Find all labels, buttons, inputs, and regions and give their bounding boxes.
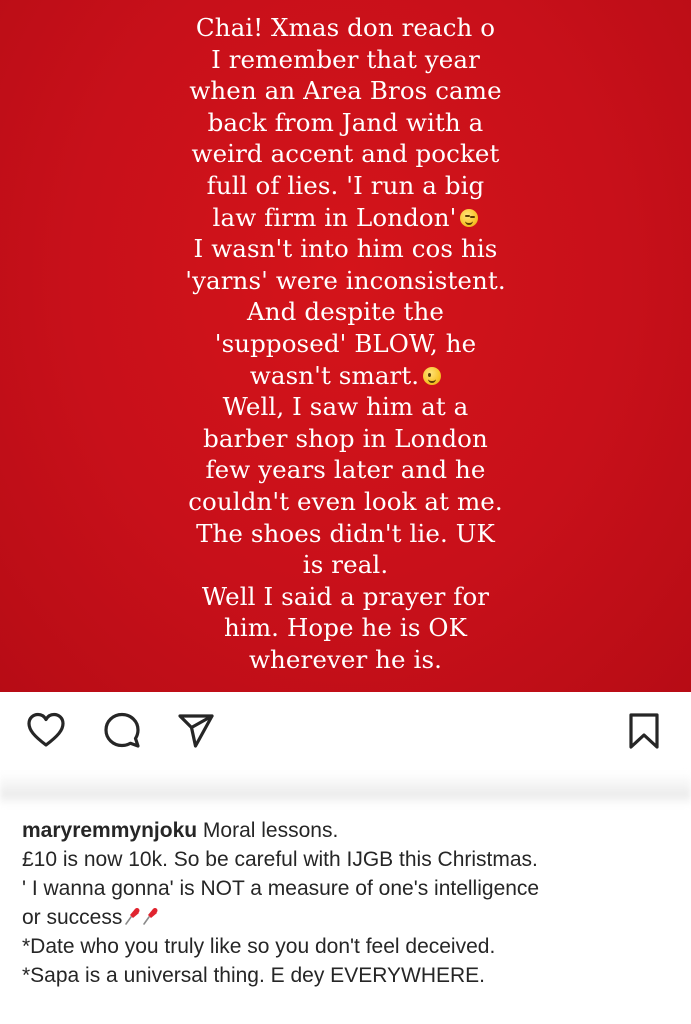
instagram-post-screen: Chai! Xmas don reach o I remember that y… xyxy=(0,0,691,1024)
caption-first-line: maryremmynjoku Moral lessons. xyxy=(22,816,682,845)
image-text-line: The shoes didn't lie. UK xyxy=(196,518,495,548)
image-text-line: back from Jand with a xyxy=(207,107,484,137)
image-text-line: 'supposed' BLOW, he xyxy=(214,328,477,358)
comment-icon[interactable] xyxy=(102,711,142,751)
image-text-line: weird accent and pocket xyxy=(191,139,500,169)
image-text-line: Chai! Xmas don reach o xyxy=(195,13,496,42)
image-text-line: law firm in London' xyxy=(0,202,691,234)
bookmark-icon[interactable] xyxy=(624,711,664,751)
send-icon[interactable] xyxy=(176,711,216,751)
image-text-line: Well I said a prayer for xyxy=(201,581,490,611)
image-text-line: barber shop in London xyxy=(203,423,488,453)
image-text-line: full of lies. 'I run a big xyxy=(206,170,485,200)
image-text-line: few years later and he xyxy=(205,455,486,485)
caption-text: Moral lessons. xyxy=(202,819,339,842)
image-text-line: I remember that year xyxy=(211,44,480,74)
image-text-line: I wasn't into him cos his xyxy=(193,234,498,264)
image-text-line: wherever he is. xyxy=(248,644,443,674)
caption-line: *Date who you truly like so you don't fe… xyxy=(22,935,496,958)
smiling-face-emoji-icon xyxy=(423,366,442,385)
image-text-line: him. Hope he is OK xyxy=(224,613,467,643)
image-text-line: when an Area Bros came xyxy=(189,76,502,106)
image-text-line: 'yarns' were inconsistent. xyxy=(185,265,506,295)
caption-line-content: or success xyxy=(22,906,123,929)
pushpin-icon xyxy=(125,908,140,925)
image-text-line: Well, I saw him at a xyxy=(222,392,469,422)
image-text-line: And despite the xyxy=(247,297,444,327)
caption-username[interactable]: maryremmynjoku xyxy=(22,819,197,842)
blurred-likes-row xyxy=(0,772,691,806)
image-text-line-content: wasn't smart. xyxy=(249,360,420,390)
image-text-line: wasn't smart. xyxy=(0,360,691,392)
winking-face-emoji-icon xyxy=(460,208,479,227)
image-text-line: is real. xyxy=(302,550,389,580)
caption-line: or success xyxy=(22,903,682,932)
post-image[interactable]: Chai! Xmas don reach o I remember that y… xyxy=(0,0,691,692)
post-action-bar xyxy=(0,692,691,772)
pushpin-icon xyxy=(143,908,158,925)
heart-icon[interactable] xyxy=(26,711,66,751)
caption-line: £10 is now 10k. So be careful with IJGB … xyxy=(22,848,538,871)
caption-line: *Sapa is a universal thing. E dey EVERYW… xyxy=(22,964,485,987)
image-text-line: couldn't even look at me. xyxy=(188,486,503,516)
image-text-line-content: law firm in London' xyxy=(212,202,457,232)
post-caption: maryremmynjoku Moral lessons. £10 is now… xyxy=(22,816,682,990)
post-image-text: Chai! Xmas don reach o I remember that y… xyxy=(0,12,691,675)
caption-line: ' I wanna gonna' is NOT a measure of one… xyxy=(22,877,540,900)
